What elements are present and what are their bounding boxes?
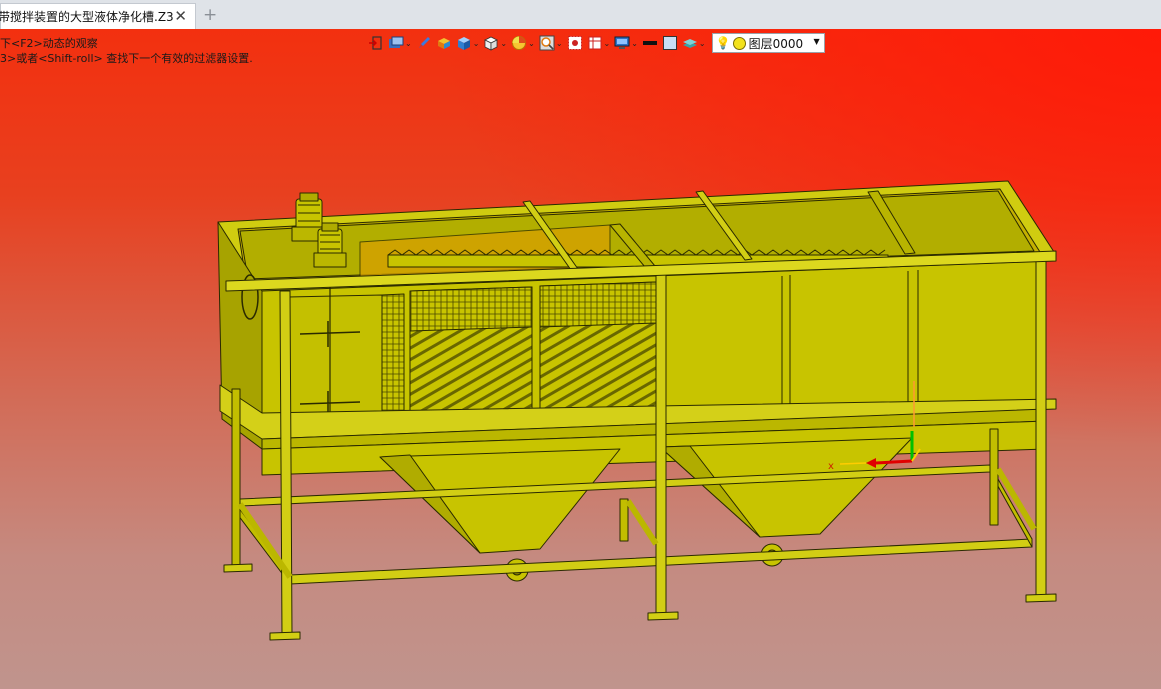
- tank-model[interactable]: x: [0, 29, 1161, 689]
- close-tab-icon[interactable]: ✕: [174, 7, 187, 25]
- leg-front-mid: [655, 268, 667, 616]
- leg-front-right: [1035, 254, 1047, 599]
- document-tab-strip: 带搅拌装置的大型液体净化槽.Z3 ✕ +: [0, 0, 1161, 30]
- leg-front-left: [279, 290, 293, 636]
- new-tab-icon[interactable]: +: [203, 5, 217, 25]
- agitator-motor-2: [313, 222, 347, 268]
- svg-text:x: x: [828, 461, 834, 472]
- leg-back-left: [231, 388, 241, 569]
- document-tab-title: 带搅拌装置的大型液体净化槽.Z3: [0, 10, 174, 24]
- hopper-right: [659, 437, 913, 538]
- 3d-viewport[interactable]: 下<F2>动态的观察 3>或者<Shift-roll> 查找下一个有效的过滤器设…: [0, 29, 1161, 689]
- document-tab[interactable]: 带搅拌装置的大型液体净化槽.Z3 ✕: [0, 3, 196, 29]
